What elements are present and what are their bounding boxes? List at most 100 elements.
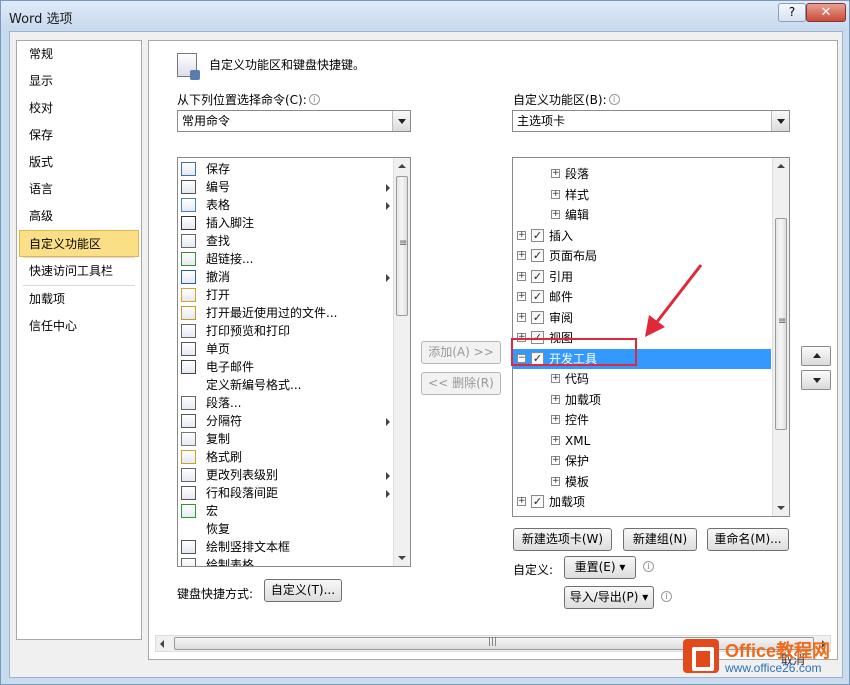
- command-item[interactable]: 格式刷: [180, 448, 392, 466]
- command-item[interactable]: 插入脚注: [180, 214, 392, 232]
- expand-icon[interactable]: +: [517, 251, 526, 260]
- command-item[interactable]: 行和段落间距: [180, 484, 392, 502]
- chevron-down-icon[interactable]: [392, 111, 410, 131]
- tab-checkbox[interactable]: ✓: [531, 495, 544, 508]
- expand-icon[interactable]: +: [551, 169, 560, 178]
- sidebar-item-5[interactable]: 语言: [17, 176, 141, 203]
- scroll-left-icon[interactable]: [156, 636, 172, 651]
- command-item[interactable]: 超链接...: [180, 250, 392, 268]
- expand-icon[interactable]: +: [517, 230, 526, 240]
- add-button[interactable]: 添加(A) >>: [421, 341, 501, 364]
- import-export-button[interactable]: 导入/导出(P) ▾: [564, 586, 654, 609]
- expand-icon[interactable]: +: [551, 456, 560, 465]
- sidebar-item-1[interactable]: 显示: [17, 68, 141, 95]
- expand-icon[interactable]: +: [551, 189, 560, 199]
- command-item[interactable]: 定义新编号格式...: [180, 376, 392, 394]
- tree-node[interactable]: + 加载项: [513, 390, 771, 410]
- customize-shortcuts-button[interactable]: 自定义(T)...: [264, 579, 342, 602]
- sidebar-item-8[interactable]: 快速访问工具栏: [17, 258, 141, 285]
- scroll-thumb[interactable]: [396, 176, 408, 316]
- submenu-arrow-icon: [386, 490, 390, 498]
- tab-checkbox[interactable]: ✓: [531, 515, 544, 516]
- move-up-button[interactable]: [801, 346, 831, 366]
- command-item[interactable]: 绘制竖排文本框: [180, 538, 392, 556]
- tree-node[interactable]: + ✓ 加载项: [513, 492, 771, 512]
- new-group-button[interactable]: 新建组(N): [623, 528, 697, 551]
- customize-ribbon-dropdown[interactable]: 主选项卡: [512, 110, 790, 132]
- expand-icon[interactable]: +: [517, 292, 526, 301]
- scroll-down-icon[interactable]: [394, 550, 410, 566]
- command-item[interactable]: 单页: [180, 340, 392, 358]
- move-down-button[interactable]: [801, 370, 831, 390]
- commands-list[interactable]: 保存编号表格插入脚注查找超链接... 撤消打开打开最近使用过的文件... 打印预览和…: [177, 157, 411, 567]
- command-item[interactable]: 表格: [180, 196, 392, 214]
- tree-node[interactable]: + 样式: [513, 185, 771, 205]
- sidebar-item-4[interactable]: 版式: [17, 149, 141, 176]
- tab-checkbox[interactable]: ✓: [531, 290, 544, 303]
- command-label: 绘制表格: [206, 558, 255, 567]
- command-item[interactable]: 宏: [180, 502, 392, 520]
- command-item[interactable]: 保存: [180, 160, 392, 178]
- command-item[interactable]: 恢复: [180, 520, 392, 538]
- command-item[interactable]: 电子邮件: [180, 358, 392, 376]
- tab-checkbox[interactable]: ✓: [531, 249, 544, 262]
- choose-commands-dropdown[interactable]: 常用命令: [177, 110, 411, 132]
- tree-node[interactable]: + 控件: [513, 410, 771, 430]
- tree-node[interactable]: + 段落: [513, 164, 771, 184]
- tree-node[interactable]: + 代码: [513, 369, 771, 389]
- expand-icon[interactable]: +: [551, 374, 560, 383]
- command-item[interactable]: 打印预览和打印: [180, 322, 392, 340]
- command-item[interactable]: 绘制表格: [180, 556, 392, 567]
- scroll-up-icon[interactable]: [394, 158, 410, 174]
- tree-node[interactable]: + ✓ 插入: [513, 226, 771, 246]
- commands-scrollbar[interactable]: [393, 158, 410, 566]
- scroll-up-icon[interactable]: [773, 158, 789, 174]
- command-label: 编号: [206, 180, 231, 194]
- scroll-thumb[interactable]: [775, 218, 787, 430]
- close-button[interactable]: ✕: [806, 3, 846, 22]
- tab-checkbox[interactable]: ✓: [531, 310, 544, 324]
- help-button[interactable]: ?: [778, 3, 806, 22]
- command-label: 打开: [206, 288, 231, 302]
- expand-icon[interactable]: +: [551, 210, 560, 219]
- sidebar-item-10[interactable]: 信任中心: [17, 313, 141, 340]
- tree-scrollbar[interactable]: [772, 158, 789, 516]
- sidebar-item-6[interactable]: 高级: [17, 203, 141, 230]
- command-item[interactable]: 打开: [180, 286, 392, 304]
- expand-icon[interactable]: +: [551, 476, 560, 486]
- remove-button[interactable]: << 删除(R): [421, 372, 501, 395]
- tree-node[interactable]: + 模板: [513, 472, 771, 492]
- expand-icon[interactable]: +: [551, 435, 560, 445]
- command-item[interactable]: 分隔符: [180, 412, 392, 430]
- command-label: 保存: [206, 162, 231, 176]
- command-item[interactable]: 撤消: [180, 268, 392, 286]
- command-item[interactable]: 更改列表级别: [180, 466, 392, 484]
- rename-button[interactable]: 重命名(M)...: [707, 528, 789, 551]
- command-item[interactable]: 复制: [180, 430, 392, 448]
- command-item[interactable]: 段落...: [180, 394, 392, 412]
- command-item[interactable]: 打开最近使用过的文件...: [180, 304, 392, 322]
- command-item[interactable]: 查找: [180, 232, 392, 250]
- tree-node[interactable]: + 编辑: [513, 205, 771, 225]
- sidebar-item-0[interactable]: 常规: [17, 41, 141, 68]
- scroll-down-icon[interactable]: [773, 500, 789, 516]
- tree-node[interactable]: +✓书法: [513, 513, 771, 516]
- command-item[interactable]: 编号: [180, 178, 392, 196]
- sidebar-item-3[interactable]: 保存: [17, 122, 141, 149]
- reset-button[interactable]: 重置(E) ▾: [564, 556, 636, 579]
- expand-icon[interactable]: +: [517, 497, 526, 506]
- expand-icon[interactable]: +: [517, 312, 526, 322]
- tab-checkbox[interactable]: ✓: [531, 269, 544, 283]
- tab-checkbox[interactable]: ✓: [531, 228, 544, 242]
- sidebar-item-9[interactable]: 加载项: [17, 286, 141, 313]
- new-tab-button[interactable]: 新建选项卡(W): [513, 528, 612, 551]
- sidebar-item-2[interactable]: 校对: [17, 95, 141, 122]
- chevron-down-icon[interactable]: [771, 111, 789, 131]
- tree-node[interactable]: + 保护: [513, 451, 771, 471]
- tree-node[interactable]: + XML: [513, 431, 771, 451]
- expand-icon[interactable]: +: [551, 394, 560, 404]
- expand-icon[interactable]: +: [551, 415, 560, 424]
- expand-icon[interactable]: +: [517, 271, 526, 281]
- choose-commands-label: 从下列位置选择命令(C): i: [177, 91, 320, 108]
- sidebar-item-7[interactable]: 自定义功能区: [19, 230, 139, 257]
